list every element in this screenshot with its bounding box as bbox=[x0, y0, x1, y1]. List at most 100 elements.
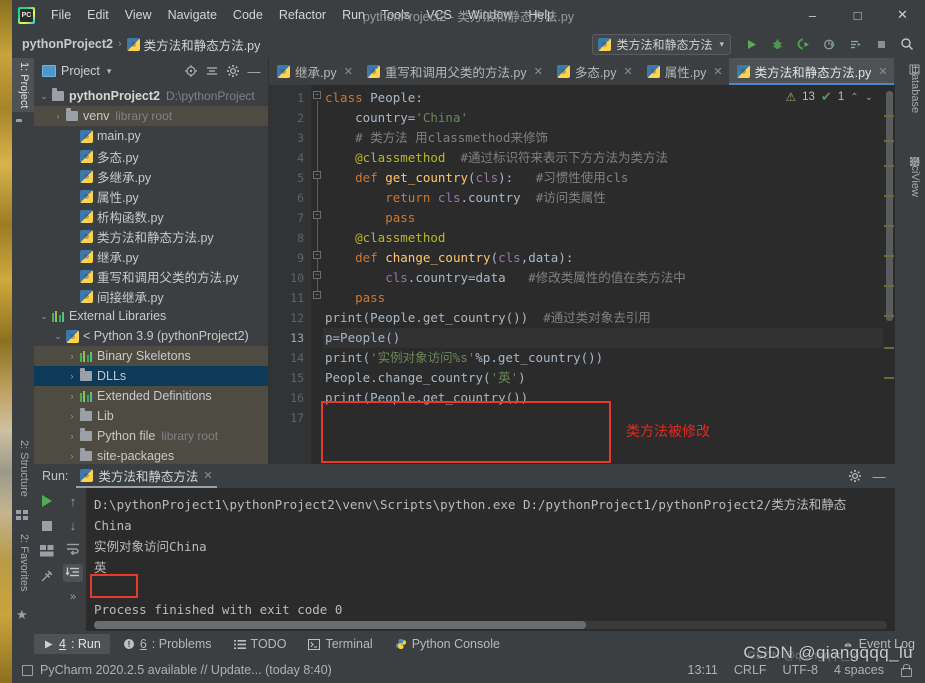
code-line[interactable]: print(People.get_country()) bbox=[325, 388, 895, 408]
scroll-to-end-icon[interactable] bbox=[63, 564, 83, 582]
menu-item-refactor[interactable]: Refactor bbox=[271, 5, 334, 25]
code-line[interactable]: # 类方法 用classmethod来修饰 bbox=[325, 128, 895, 148]
tree-item[interactable]: ›site-packages bbox=[34, 446, 268, 464]
code-line[interactable]: cls.country=data #修改类属性的值在类方法中 bbox=[325, 268, 895, 288]
tree-item[interactable]: main.py bbox=[34, 126, 268, 146]
close-button[interactable]: ✕ bbox=[880, 0, 925, 30]
sidebar-item-favorites[interactable]: 2: Favorites bbox=[12, 530, 34, 595]
close-icon[interactable]: ✕ bbox=[344, 65, 353, 78]
project-file-tree[interactable]: ⌄pythonProject2D:\pythonProject›venvlibr… bbox=[34, 84, 268, 464]
run-configuration-selector[interactable]: 类方法和静态方法 ▾ bbox=[592, 34, 731, 55]
stop-icon[interactable] bbox=[37, 517, 57, 535]
tree-item[interactable]: ⌄pythonProject2D:\pythonProject bbox=[34, 86, 268, 106]
editor-tab[interactable]: 属性.py✕ bbox=[639, 58, 729, 85]
code-line[interactable]: return cls.country #访问类属性 bbox=[325, 188, 895, 208]
debug-icon[interactable] bbox=[765, 33, 789, 55]
chevron-right-icon[interactable]: › bbox=[66, 351, 78, 361]
tree-item[interactable]: 类方法和静态方法.py bbox=[34, 226, 268, 246]
pin-icon[interactable] bbox=[37, 567, 57, 585]
menu-item-edit[interactable]: Edit bbox=[79, 5, 117, 25]
caret-position[interactable]: 13:11 bbox=[688, 663, 718, 677]
collapse-all-icon[interactable] bbox=[202, 61, 222, 81]
chevron-down-icon[interactable]: ⌄ bbox=[865, 92, 873, 103]
run-with-coverage-icon[interactable] bbox=[791, 33, 815, 55]
run-console-output[interactable]: D:\pythonProject1\pythonProject2\venv\Sc… bbox=[86, 488, 895, 631]
chevron-up-icon[interactable]: ⌃ bbox=[850, 92, 858, 103]
layout-icon[interactable] bbox=[37, 542, 57, 560]
menu-item-run[interactable]: Run bbox=[334, 5, 373, 25]
tree-item[interactable]: ›Extended Definitions bbox=[34, 386, 268, 406]
tool-window-button-todo[interactable]: TODO bbox=[225, 634, 296, 654]
code-line[interactable]: print(People.get_country()) #通过类对象去引用 bbox=[325, 308, 895, 328]
chevron-right-icon[interactable]: › bbox=[66, 391, 78, 401]
more-icon[interactable]: » bbox=[63, 588, 83, 606]
chevron-down-icon[interactable]: ⌄ bbox=[52, 331, 64, 342]
hide-panel-icon[interactable]: — bbox=[869, 466, 889, 486]
source-code[interactable]: class People: country='China' # 类方法 用cla… bbox=[325, 88, 895, 464]
close-icon[interactable]: ✕ bbox=[713, 65, 722, 78]
code-line[interactable]: def get_country(cls): #习惯性使用cls bbox=[325, 168, 895, 188]
chevron-right-icon[interactable]: › bbox=[52, 111, 64, 121]
scroll-down-icon[interactable]: ↓ bbox=[63, 516, 83, 534]
menu-item-vcs[interactable]: VCS bbox=[418, 5, 460, 25]
editor-tab-bar[interactable]: 继承.py✕重写和调用父类的方法.py✕多态.py✕属性.py✕类方法和静态方法… bbox=[269, 58, 895, 85]
file-encoding[interactable]: UTF-8 bbox=[783, 663, 818, 677]
editor-vertical-scrollbar[interactable] bbox=[883, 85, 895, 464]
tree-item[interactable]: ›DLLs bbox=[34, 366, 268, 386]
project-panel-title-group[interactable]: Project ▾ bbox=[42, 64, 111, 78]
chevron-right-icon[interactable]: › bbox=[66, 451, 78, 461]
minimize-button[interactable]: – bbox=[790, 0, 835, 30]
breadcrumb-project[interactable]: pythonProject2 bbox=[22, 37, 113, 51]
close-icon[interactable]: ✕ bbox=[878, 65, 887, 78]
tree-item[interactable]: ›Binary Skeletons bbox=[34, 346, 268, 366]
tool-window-buttons[interactable]: 4: Run6: ProblemsTODOTerminalPython Cons… bbox=[34, 634, 509, 654]
tree-item[interactable]: 间接继承.py bbox=[34, 286, 268, 306]
editor-tab[interactable]: 类方法和静态方法.py✕ bbox=[729, 58, 894, 85]
close-icon[interactable]: ✕ bbox=[624, 65, 633, 78]
status-message-group[interactable]: PyCharm 2020.2.5 available // Update... … bbox=[22, 663, 332, 677]
chevron-right-icon[interactable]: › bbox=[66, 411, 78, 421]
code-editor[interactable]: 1234567891011121314151617 − − − − − − cl… bbox=[269, 85, 895, 464]
tree-item[interactable]: ⌄< Python 3.9 (pythonProject2) bbox=[34, 326, 268, 346]
menu-item-window[interactable]: Window bbox=[460, 5, 520, 25]
menu-item-navigate[interactable]: Navigate bbox=[160, 5, 225, 25]
tree-item[interactable]: ⌄External Libraries bbox=[34, 306, 268, 326]
code-line[interactable]: @classmethod #通过标识符来表示下方方法为类方法 bbox=[325, 148, 895, 168]
menu-item-tools[interactable]: Tools bbox=[373, 5, 418, 25]
lock-icon[interactable] bbox=[900, 664, 911, 676]
indent-setting[interactable]: 4 spaces bbox=[834, 663, 884, 677]
rerun-icon[interactable] bbox=[37, 492, 57, 510]
code-folding-column[interactable]: − − − − − − bbox=[311, 85, 323, 464]
breadcrumb-file[interactable]: 类方法和静态方法.py bbox=[127, 35, 261, 54]
line-separator[interactable]: CRLF bbox=[734, 663, 767, 677]
close-icon[interactable]: ✕ bbox=[203, 469, 212, 482]
profile-icon[interactable] bbox=[817, 33, 841, 55]
tree-item[interactable]: 属性.py bbox=[34, 186, 268, 206]
menu-item-view[interactable]: View bbox=[117, 5, 160, 25]
menu-item-code[interactable]: Code bbox=[225, 5, 271, 25]
editor-tab[interactable]: 继承.py✕ bbox=[269, 58, 359, 85]
menu-item-file[interactable]: File bbox=[43, 5, 79, 25]
tree-item[interactable]: ›venvlibrary root bbox=[34, 106, 268, 126]
tool-window-button-run[interactable]: 4: Run bbox=[34, 634, 110, 654]
tree-item[interactable]: 重写和调用父类的方法.py bbox=[34, 266, 268, 286]
stop-icon[interactable] bbox=[869, 33, 893, 55]
event-log-button[interactable]: Event Log bbox=[842, 637, 915, 652]
settings-gear-icon[interactable] bbox=[223, 61, 243, 81]
hide-panel-icon[interactable]: — bbox=[244, 61, 264, 81]
code-line[interactable]: pass bbox=[325, 208, 895, 228]
code-line[interactable]: @classmethod bbox=[325, 228, 895, 248]
chevron-right-icon[interactable]: › bbox=[66, 371, 78, 381]
tree-item[interactable]: 多继承.py bbox=[34, 166, 268, 186]
tool-window-button-pythonconsole[interactable]: Python Console bbox=[386, 634, 509, 654]
sidebar-item-project[interactable]: 1: Project bbox=[12, 58, 34, 112]
editor-tab[interactable]: 重写和调用父类的方法.py✕ bbox=[359, 58, 549, 85]
run-icon[interactable] bbox=[739, 33, 763, 55]
run-session-tab[interactable]: 类方法和静态方法 ✕ bbox=[74, 464, 218, 488]
tree-item[interactable]: 继承.py bbox=[34, 246, 268, 266]
tool-window-button-problems[interactable]: 6: Problems bbox=[114, 634, 221, 654]
locate-icon[interactable] bbox=[181, 61, 201, 81]
close-icon[interactable]: ✕ bbox=[534, 65, 543, 78]
menu-bar[interactable]: FileEditViewNavigateCodeRefactorRunTools… bbox=[43, 5, 562, 25]
tree-item[interactable]: 多态.py bbox=[34, 146, 268, 166]
